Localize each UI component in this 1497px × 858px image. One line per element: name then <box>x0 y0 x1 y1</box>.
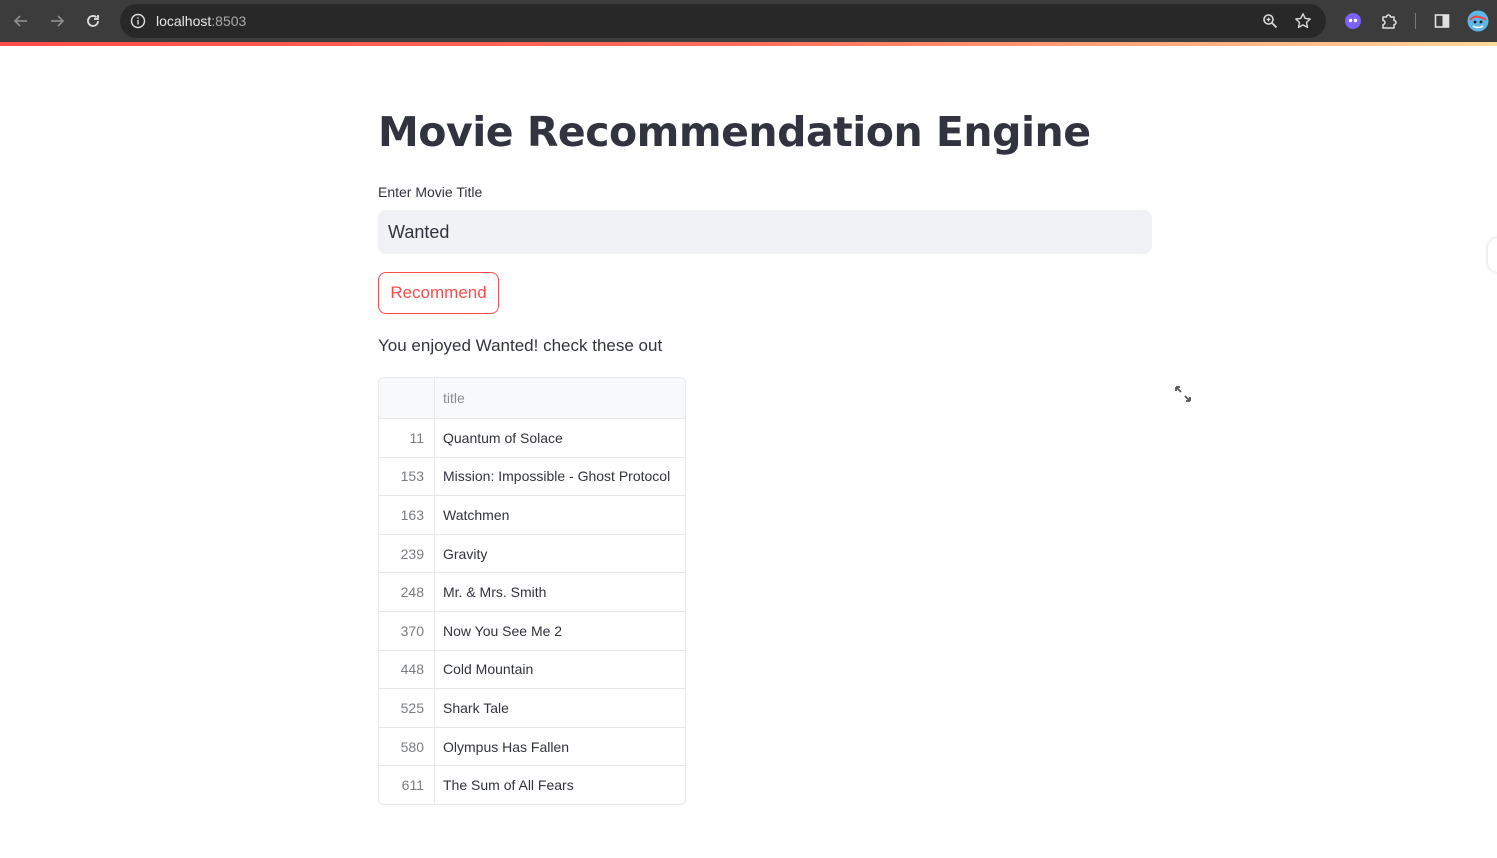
table-row[interactable]: 11 Quantum of Solace <box>379 418 685 457</box>
extensions-puzzle-icon[interactable] <box>1377 9 1401 33</box>
forward-arrow-icon[interactable] <box>45 9 69 33</box>
address-bar[interactable]: localhost:8503 <box>120 4 1326 38</box>
url-text: localhost:8503 <box>156 13 246 29</box>
row-index-cell: 448 <box>379 650 435 689</box>
bookmark-star-icon[interactable] <box>1291 9 1315 33</box>
fullscreen-expand-icon[interactable] <box>1172 383 1194 405</box>
title-cell[interactable]: Mr. & Mrs. Smith <box>435 573 685 611</box>
title-cell[interactable]: Olympus Has Fallen <box>435 728 685 766</box>
table-row[interactable]: 580 Olympus Has Fallen <box>379 726 685 766</box>
recommend-button[interactable]: Recommend <box>378 272 499 314</box>
title-cell[interactable]: The Sum of All Fears <box>435 766 685 804</box>
table-row[interactable]: 163 Watchmen <box>379 495 685 534</box>
row-index-cell: 153 <box>379 457 435 496</box>
row-index-cell: 248 <box>379 573 435 611</box>
title-cell[interactable]: Cold Mountain <box>435 651 685 689</box>
page-top-decoration <box>0 42 1497 46</box>
row-index-cell: 239 <box>379 534 435 573</box>
row-index-cell: 525 <box>379 689 435 727</box>
table-row[interactable]: 239 Gravity <box>379 533 685 573</box>
table-row[interactable]: 248 Mr. & Mrs. Smith <box>379 572 685 611</box>
title-cell[interactable]: Gravity <box>435 535 685 573</box>
movie-title-label: Enter Movie Title <box>378 184 483 200</box>
side-panel-icon[interactable] <box>1430 9 1454 33</box>
url-host: localhost <box>156 13 212 29</box>
table-row[interactable]: 448 Cold Mountain <box>379 649 685 689</box>
row-index-cell: 11 <box>379 419 435 457</box>
reload-icon[interactable] <box>81 9 105 33</box>
side-tab-handle[interactable] <box>1488 238 1497 272</box>
toolbar-divider <box>1415 13 1416 29</box>
table-row[interactable]: 611 The Sum of All Fears <box>379 765 685 804</box>
row-index-cell: 370 <box>379 611 435 650</box>
result-message: You enjoyed Wanted! check these out <box>378 336 663 355</box>
table-row[interactable]: 153 Mission: Impossible - Ghost Protocol <box>379 456 685 496</box>
title-cell[interactable]: Watchmen <box>435 496 685 534</box>
table-row[interactable]: 370 Now You See Me 2 <box>379 610 685 650</box>
row-index-cell: 580 <box>379 727 435 766</box>
title-column-header[interactable]: title <box>435 378 685 418</box>
url-port: :8503 <box>211 13 247 29</box>
zoom-icon[interactable] <box>1258 9 1282 33</box>
browser-toolbar: localhost:8503 <box>0 0 1497 42</box>
index-header-cell <box>379 378 435 418</box>
back-arrow-icon[interactable] <box>9 9 33 33</box>
row-index-cell: 611 <box>379 766 435 804</box>
movie-title-input[interactable] <box>378 210 1152 254</box>
dataframe-header-row: title <box>379 378 685 418</box>
row-index-cell: 163 <box>379 496 435 534</box>
title-cell[interactable]: Mission: Impossible - Ghost Protocol <box>435 458 685 496</box>
table-row[interactable]: 525 Shark Tale <box>379 688 685 727</box>
page-title: Movie Recommendation Engine <box>378 108 1091 156</box>
recommendations-dataframe[interactable]: title 11 Quantum of Solace 153 Mission: Imp… <box>378 377 686 805</box>
extension-ghost-icon[interactable] <box>1341 9 1365 33</box>
title-cell[interactable]: Shark Tale <box>435 689 685 727</box>
site-info-icon[interactable] <box>126 9 150 33</box>
profile-avatar-icon[interactable] <box>1466 9 1490 33</box>
title-cell[interactable]: Quantum of Solace <box>435 419 685 457</box>
title-cell[interactable]: Now You See Me 2 <box>435 612 685 650</box>
